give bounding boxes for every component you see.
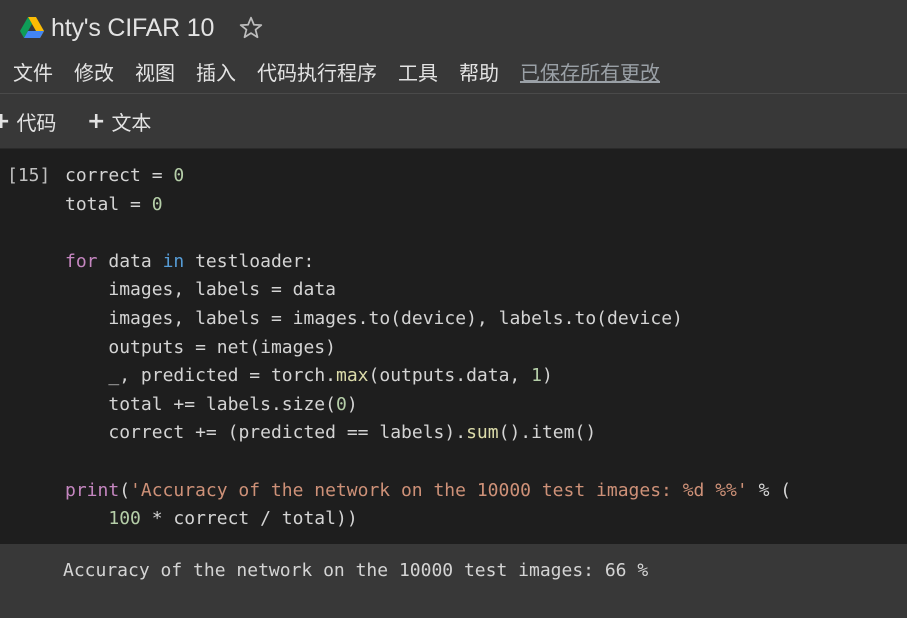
plus-icon: +: [0, 108, 11, 134]
output-text: Accuracy of the network on the 10000 tes…: [63, 560, 649, 581]
code-line[interactable]: print('Accuracy of the network on the 10…: [65, 477, 791, 506]
menu-runtime[interactable]: 代码执行程序: [257, 57, 377, 86]
code-line[interactable]: [65, 219, 791, 248]
code-line[interactable]: total += labels.size(0): [65, 391, 791, 420]
code-line[interactable]: correct += (predicted == labels).sum().i…: [65, 419, 791, 448]
notebook-header: hty's CIFAR 10 文件 修改 视图 插入 代码执行程序 工具 帮助 …: [0, 0, 907, 94]
code-editor[interactable]: correct = 0 total = 0 for data in testloa…: [65, 162, 791, 534]
menu-insert[interactable]: 插入: [196, 57, 236, 86]
menu-view[interactable]: 视图: [135, 57, 175, 86]
add-code-button[interactable]: + 代码: [0, 106, 56, 136]
notebook-title[interactable]: hty's CIFAR 10: [51, 14, 214, 43]
title-row: hty's CIFAR 10: [20, 10, 264, 46]
code-cell[interactable]: [15] correct = 0 total = 0 for data in te…: [0, 149, 907, 544]
cell-toolbar: + 代码 + 文本: [0, 94, 907, 149]
add-text-label: 文本: [111, 110, 152, 135]
code-line[interactable]: 100 * correct / total)): [65, 505, 791, 534]
code-line[interactable]: correct = 0: [65, 162, 791, 191]
execution-count: [15]: [7, 165, 51, 186]
menu-edit[interactable]: 修改: [74, 57, 114, 86]
code-line[interactable]: [65, 448, 791, 477]
star-icon[interactable]: [238, 15, 264, 41]
code-line[interactable]: _, predicted = torch.max(outputs.data, 1…: [65, 362, 791, 391]
colab-notebook: hty's CIFAR 10 文件 修改 视图 插入 代码执行程序 工具 帮助 …: [0, 0, 907, 618]
google-drive-icon[interactable]: [20, 17, 44, 39]
menu-bar: 文件 修改 视图 插入 代码执行程序 工具 帮助 已保存所有更改: [13, 56, 660, 86]
menu-help[interactable]: 帮助: [459, 57, 499, 86]
code-line[interactable]: images, labels = data: [65, 276, 791, 305]
menu-file[interactable]: 文件: [13, 57, 53, 86]
add-text-button[interactable]: + 文本: [87, 106, 151, 136]
add-code-label: 代码: [16, 110, 57, 135]
plus-icon: +: [87, 108, 106, 134]
code-line[interactable]: outputs = net(images): [65, 334, 791, 363]
code-line[interactable]: total = 0: [65, 191, 791, 220]
code-line[interactable]: for data in testloader:: [65, 248, 791, 277]
save-status-link[interactable]: 已保存所有更改: [520, 57, 660, 86]
code-line[interactable]: images, labels = images.to(device), labe…: [65, 305, 791, 334]
menu-tools[interactable]: 工具: [398, 57, 438, 86]
cell-output: Accuracy of the network on the 10000 tes…: [0, 544, 907, 618]
